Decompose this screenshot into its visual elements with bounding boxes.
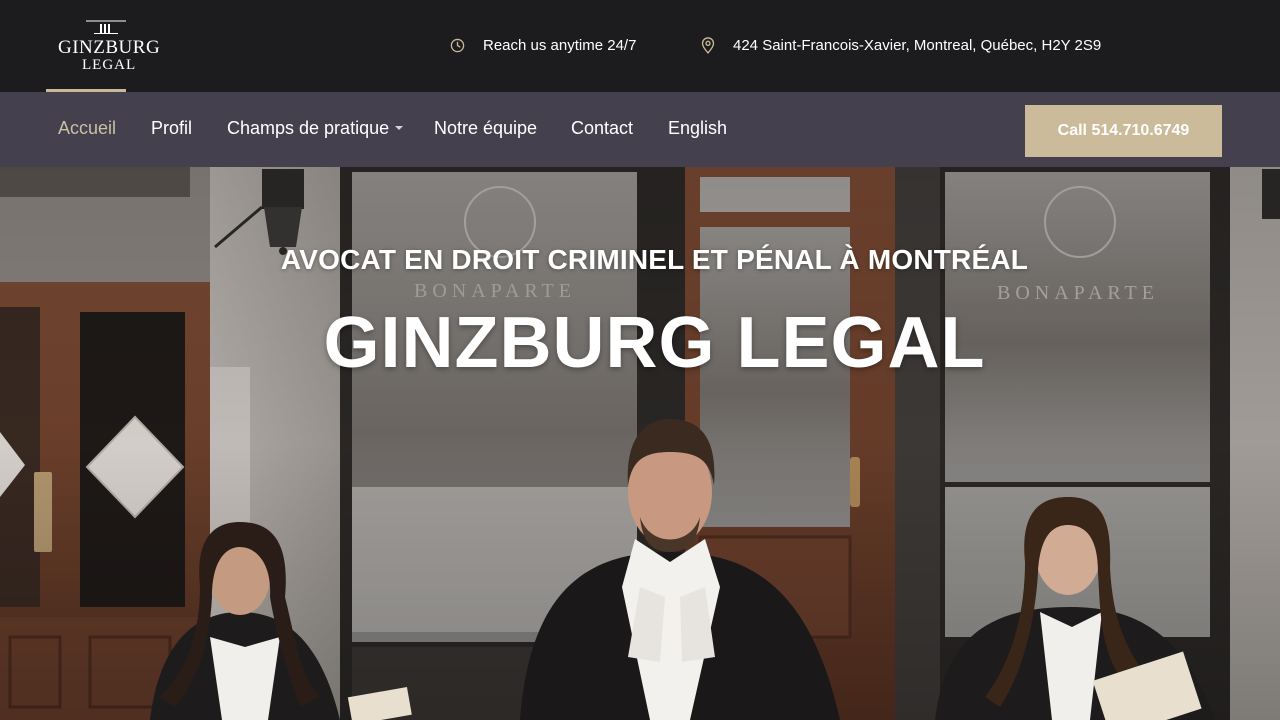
hero-subtitle: AVOCAT EN DROIT CRIMINEL ET PÉNAL À MONT… xyxy=(280,244,1029,275)
chevron-down-icon xyxy=(395,126,404,130)
nav-item-english[interactable]: English xyxy=(668,118,727,139)
nav-item-profil[interactable]: Profil xyxy=(151,118,192,139)
logo-wordmark-top: GINZBURG xyxy=(58,37,161,58)
top-header: GINZBURG LEGAL Reach us anytime 24/7 424… xyxy=(0,0,1280,92)
nav-item-contact[interactable]: Contact xyxy=(571,118,633,139)
clock-icon xyxy=(450,38,465,52)
map-pin-icon xyxy=(701,36,715,54)
site-logo[interactable]: GINZBURG LEGAL xyxy=(46,0,160,92)
main-navigation: Accueil Profil Champs de pratique Notre … xyxy=(0,92,1280,167)
nav-item-accueil[interactable]: Accueil xyxy=(58,118,116,139)
call-button[interactable]: Call 514.710.6749 xyxy=(1025,105,1222,157)
nav-item-label: Champs de pratique xyxy=(227,118,390,138)
nav-item-champs-de-pratique[interactable]: Champs de pratique xyxy=(227,118,404,139)
address-text: 424 Saint-Francois-Xavier, Montreal, Qué… xyxy=(733,36,1102,54)
availability-info: Reach us anytime 24/7 xyxy=(450,34,636,56)
address-info: 424 Saint-Francois-Xavier, Montreal, Qué… xyxy=(701,34,1101,56)
hero-banner: BONAPARTE BONAPARTE xyxy=(0,167,1280,720)
nav-item-notre-equipe[interactable]: Notre équipe xyxy=(434,118,537,139)
logo-wordmark-bottom: LEGAL xyxy=(82,57,137,73)
availability-text: Reach us anytime 24/7 xyxy=(483,36,637,54)
hero-title: GINZBURG LEGAL xyxy=(323,303,986,383)
gavel-logo-icon xyxy=(86,20,126,34)
